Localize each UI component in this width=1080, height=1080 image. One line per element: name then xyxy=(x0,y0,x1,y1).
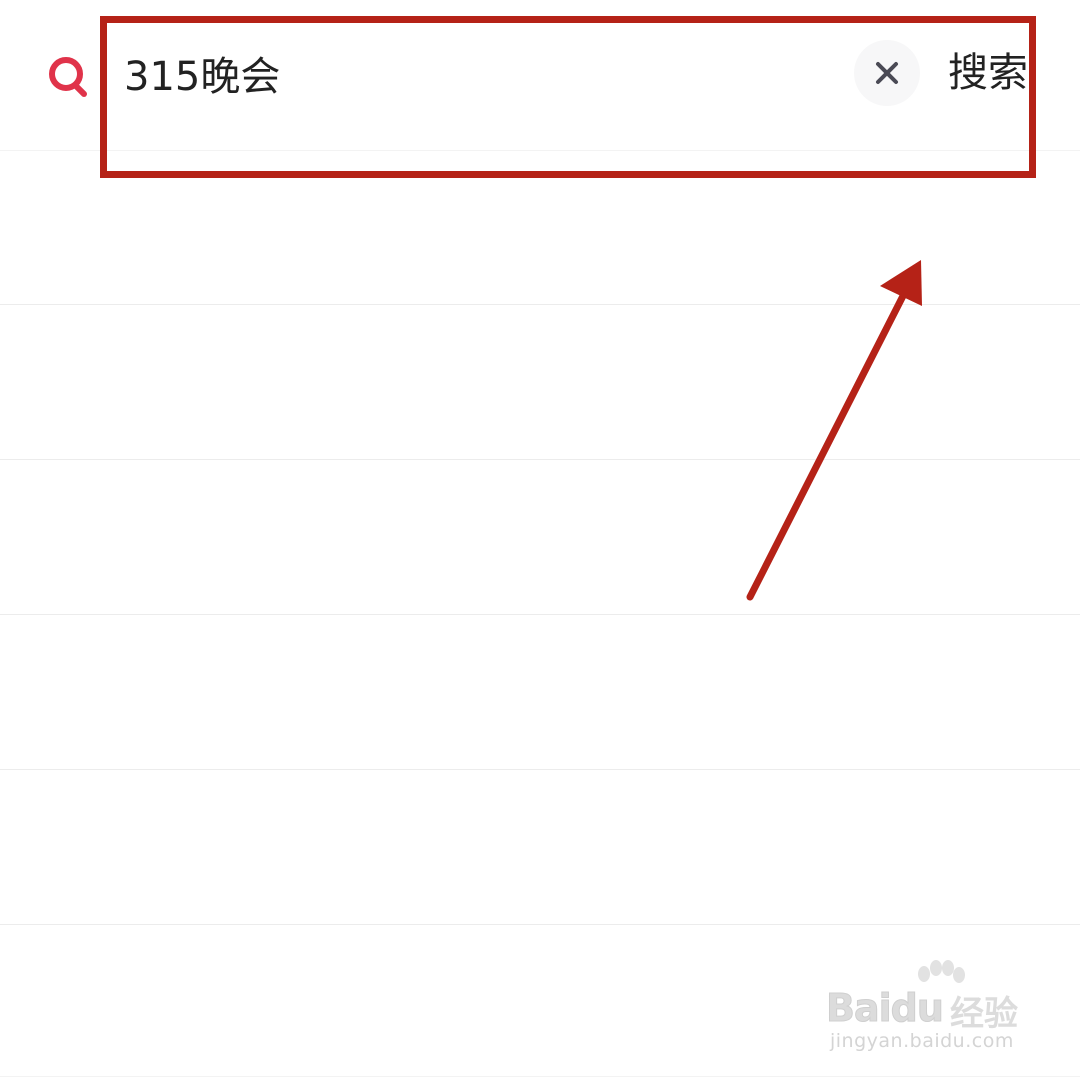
search-button[interactable]: 搜索 xyxy=(948,46,1028,100)
watermark-url: jingyan.baidu.com xyxy=(830,1030,1014,1052)
watermark-product: 经验 xyxy=(950,994,1018,1034)
search-input[interactable] xyxy=(124,46,824,100)
clear-button[interactable] xyxy=(854,40,920,106)
row-divider xyxy=(0,304,1080,305)
row-divider xyxy=(0,769,1080,770)
row-divider xyxy=(0,614,1080,615)
search-bar: 搜索 xyxy=(0,0,1080,150)
row-divider xyxy=(0,459,1080,460)
watermark: Baidu 经验 jingyan.baidu.com xyxy=(826,960,1026,1060)
row-divider xyxy=(0,150,1080,151)
search-icon xyxy=(49,57,87,97)
row-divider xyxy=(0,924,1080,925)
row-divider xyxy=(0,1076,1080,1077)
close-icon xyxy=(876,62,898,84)
screen: 搜索 Baidu 经验 jingyan.baidu.com xyxy=(0,0,1080,1080)
annotation-arrow xyxy=(746,260,922,601)
